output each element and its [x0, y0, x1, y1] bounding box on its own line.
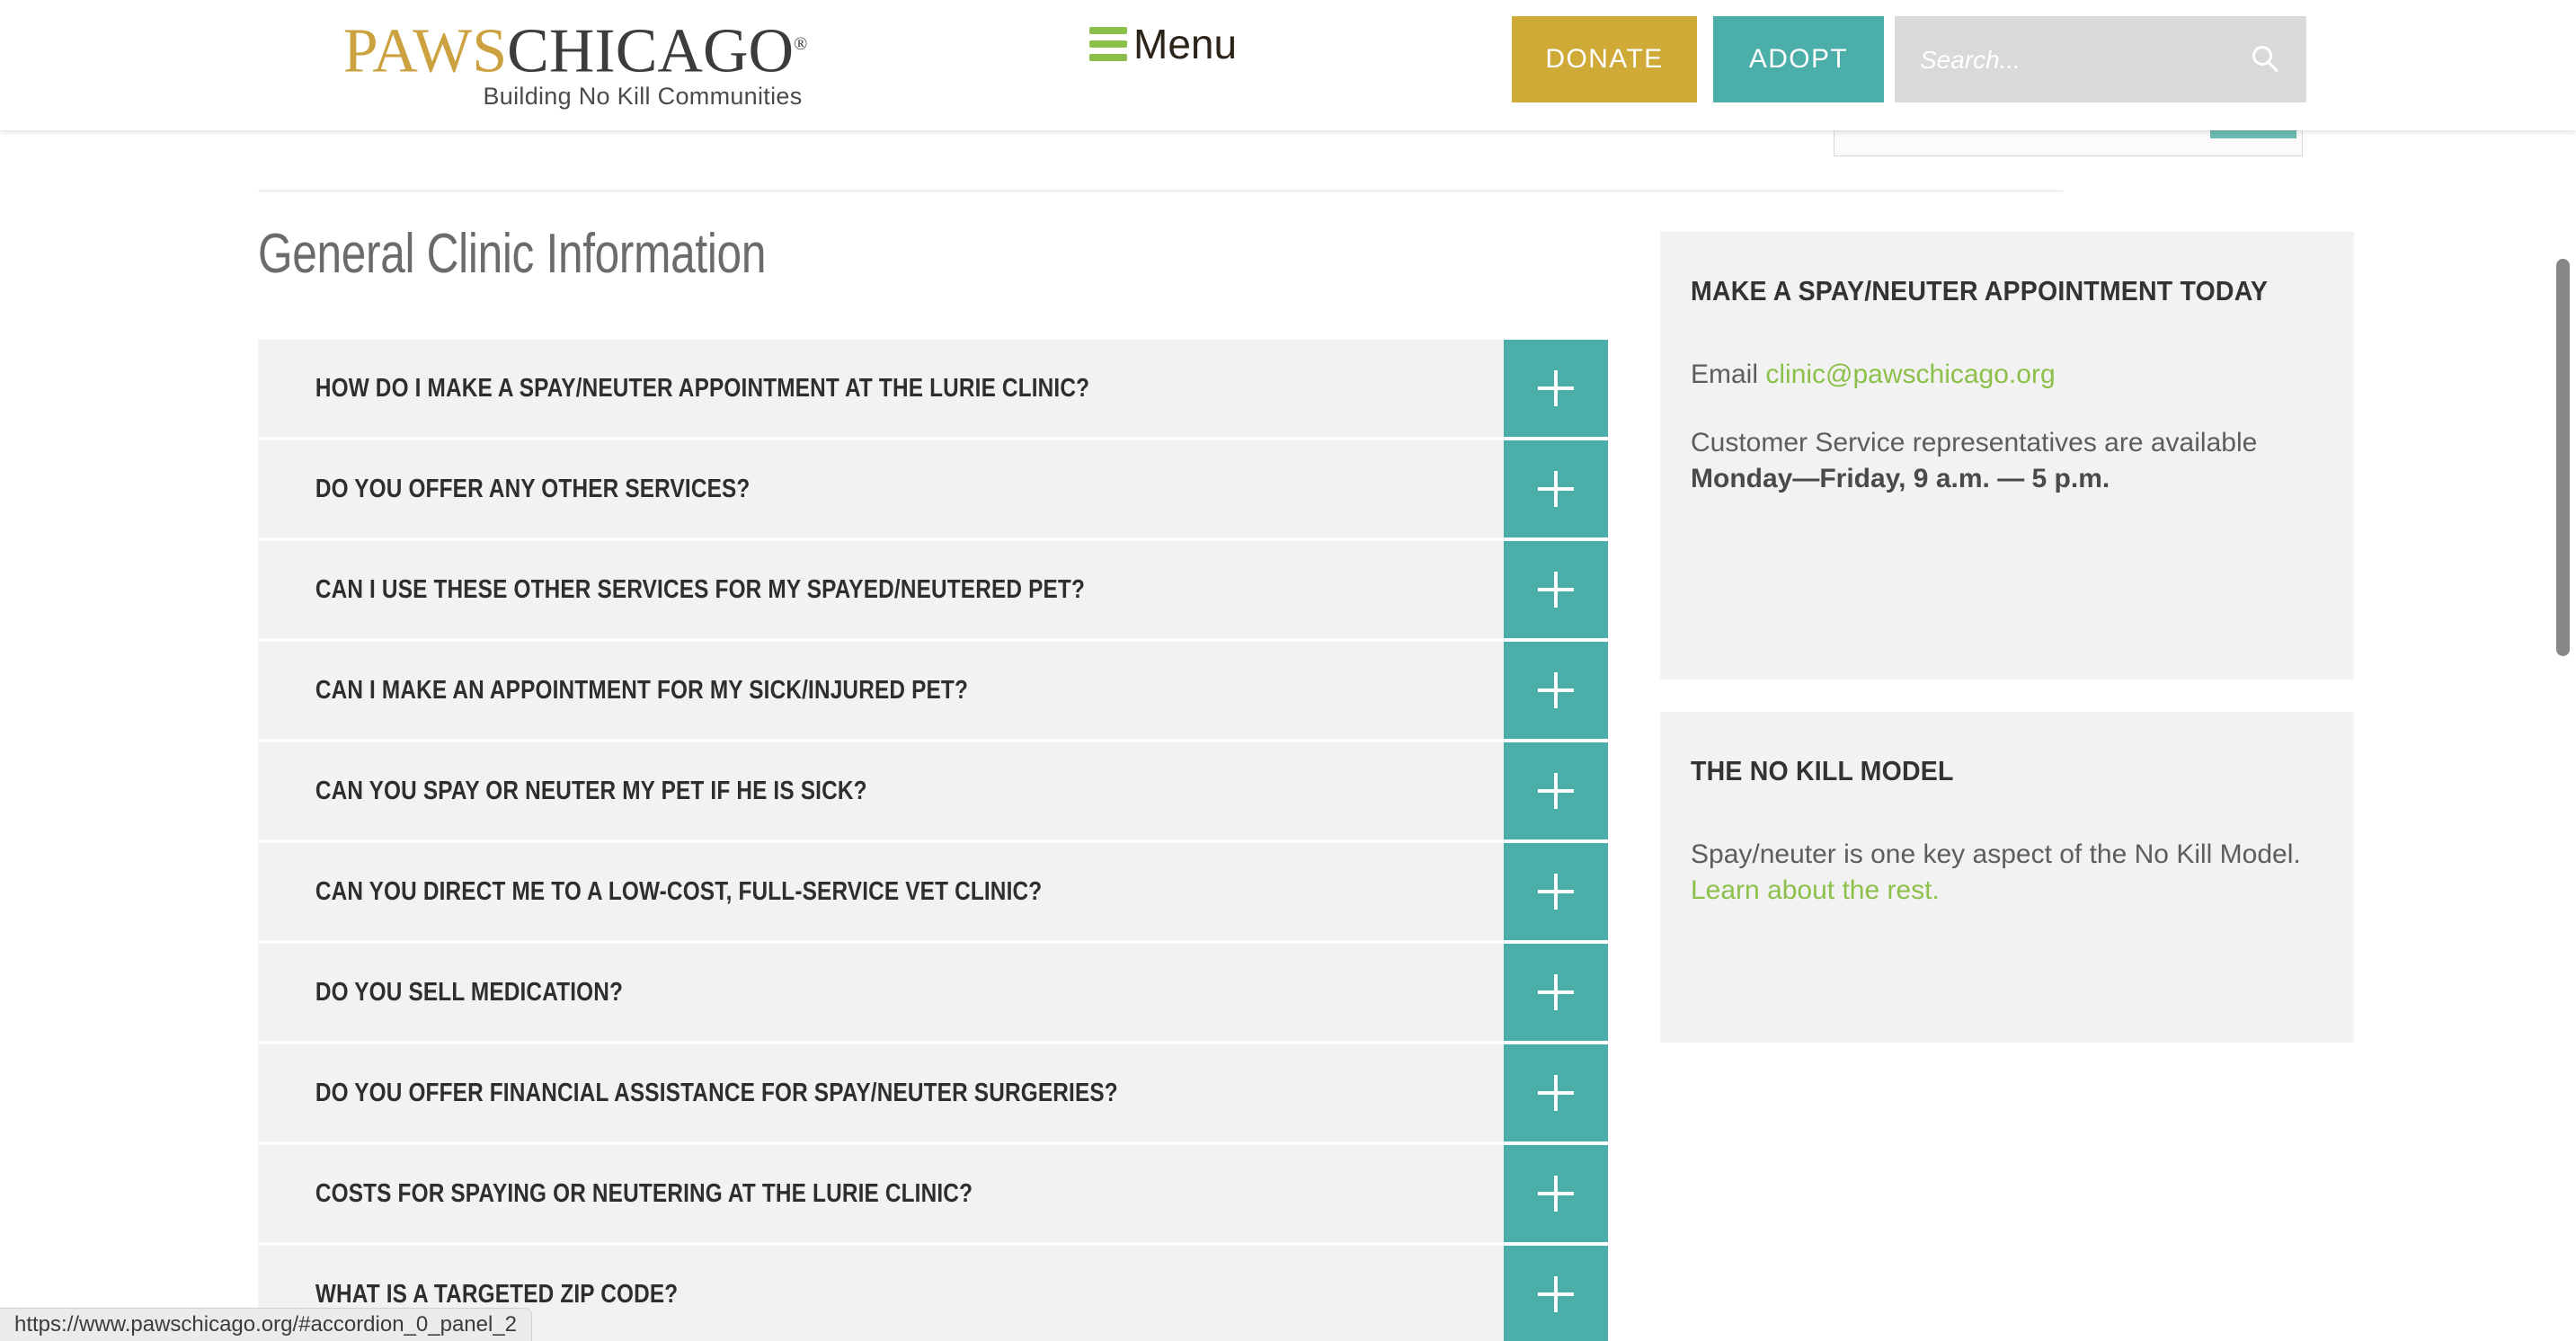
plus-icon[interactable]	[1504, 440, 1608, 537]
accordion-item-label: CAN YOU SPAY OR NEUTER MY PET IF HE IS S…	[315, 776, 867, 805]
plus-icon[interactable]	[1504, 1145, 1608, 1242]
page-title: General Clinic Information	[258, 223, 767, 285]
accordion-item-8[interactable]: COSTS FOR SPAYING OR NEUTERING AT THE LU…	[258, 1145, 1608, 1242]
plus-icon[interactable]	[1504, 340, 1608, 437]
no-kill-body-text: Spay/neuter is one key aspect of the No …	[1691, 839, 2301, 869]
accordion-item-label: DO YOU SELL MEDICATION?	[315, 977, 624, 1007]
accordion-item-label: CAN I MAKE AN APPOINTMENT FOR MY SICK/IN…	[315, 675, 968, 705]
accordion-item-label: HOW DO I MAKE A SPAY/NEUTER APPOINTMENT …	[315, 373, 1090, 403]
accordion-item-0[interactable]: HOW DO I MAKE A SPAY/NEUTER APPOINTMENT …	[258, 340, 1608, 437]
learn-more-link[interactable]: Learn about the rest.	[1691, 875, 1940, 905]
vertical-scrollbar-track[interactable]	[2549, 0, 2576, 1341]
donate-button[interactable]: DONATE	[1512, 16, 1697, 102]
appointment-hours-line: Customer Service representatives are ava…	[1691, 425, 2323, 497]
search-box	[1895, 16, 2306, 104]
link-preview-status-bar: https://www.pawschicago.org/#accordion_0…	[0, 1308, 533, 1341]
no-kill-model-body: Spay/neuter is one key aspect of the No …	[1691, 837, 2323, 909]
accordion-item-label: DO YOU OFFER FINANCIAL ASSISTANCE FOR SP…	[315, 1078, 1118, 1107]
accordion-item-1[interactable]: DO YOU OFFER ANY OTHER SERVICES?	[258, 440, 1608, 537]
no-kill-model-card: THE NO KILL MODEL Spay/neuter is one key…	[1660, 712, 2354, 1043]
hours-label: Customer Service representatives are ava…	[1691, 428, 2258, 457]
sidebar: MAKE A SPAY/NEUTER APPOINTMENT TODAY Ema…	[1660, 232, 2354, 1075]
no-kill-model-title: THE NO KILL MODEL	[1691, 755, 1954, 786]
accordion-item-label: WHAT IS A TARGETED ZIP CODE?	[315, 1279, 679, 1309]
plus-icon[interactable]	[1504, 944, 1608, 1041]
logo-wordmark: PAWSCHICAGO®	[261, 9, 890, 86]
browser-page: PAWSCHICAGO® Building No Kill Communitie…	[0, 0, 2576, 1341]
accordion-item-2[interactable]: CAN I USE THESE OTHER SERVICES FOR MY SP…	[258, 541, 1608, 638]
site-logo[interactable]: PAWSCHICAGO® Building No Kill Communitie…	[261, 9, 890, 111]
vertical-scrollbar-thumb[interactable]	[2556, 259, 2570, 656]
accordion-item-label: CAN I USE THESE OTHER SERVICES FOR MY SP…	[315, 574, 1086, 604]
appointment-email-line: Email clinic@pawschicago.org	[1691, 357, 2323, 393]
plus-icon[interactable]	[1504, 541, 1608, 638]
accordion-item-3[interactable]: CAN I MAKE AN APPOINTMENT FOR MY SICK/IN…	[258, 642, 1608, 739]
hours-value: Monday—Friday, 9 a.m. — 5 p.m.	[1691, 464, 2110, 493]
plus-icon[interactable]	[1504, 742, 1608, 839]
accordion-item-4[interactable]: CAN YOU SPAY OR NEUTER MY PET IF HE IS S…	[258, 742, 1608, 839]
accordion-item-5[interactable]: CAN YOU DIRECT ME TO A LOW-COST, FULL-SE…	[258, 843, 1608, 940]
site-header: PAWSCHICAGO® Building No Kill Communitie…	[0, 0, 2576, 130]
adopt-button[interactable]: ADOPT	[1713, 16, 1884, 102]
search-icon[interactable]	[2249, 43, 2281, 75]
accordion-item-label: COSTS FOR SPAYING OR NEUTERING AT THE LU…	[315, 1178, 973, 1208]
plus-icon[interactable]	[1504, 843, 1608, 940]
main-content: General Clinic Information HOW DO I MAKE…	[258, 223, 1608, 1341]
accordion-item-6[interactable]: DO YOU SELL MEDICATION?	[258, 944, 1608, 1041]
partially-hidden-panel	[1834, 130, 2303, 156]
plus-icon[interactable]	[1504, 1246, 1608, 1341]
accordion-item-7[interactable]: DO YOU OFFER FINANCIAL ASSISTANCE FOR SP…	[258, 1044, 1608, 1141]
plus-icon[interactable]	[1504, 1044, 1608, 1141]
logo-chicago-text: CHICAGO	[507, 16, 795, 86]
menu-toggle-button[interactable]: Menu	[1089, 23, 1237, 65]
accordion-item-label: CAN YOU DIRECT ME TO A LOW-COST, FULL-SE…	[315, 876, 1043, 906]
email-label: Email	[1691, 360, 1766, 389]
logo-tagline: Building No Kill Communities	[483, 83, 803, 111]
clinic-email-link[interactable]: clinic@pawschicago.org	[1765, 360, 2055, 389]
hamburger-icon	[1089, 27, 1127, 61]
accordion-item-label: DO YOU OFFER ANY OTHER SERVICES?	[315, 474, 751, 503]
faq-accordion: HOW DO I MAKE A SPAY/NEUTER APPOINTMENT …	[258, 340, 1608, 1341]
registered-trademark-icon: ®	[794, 34, 808, 54]
partially-hidden-panel-button[interactable]	[2210, 130, 2296, 138]
menu-label: Menu	[1133, 21, 1238, 67]
appointment-card-title: MAKE A SPAY/NEUTER APPOINTMENT TODAY	[1691, 275, 2269, 306]
search-input[interactable]	[1895, 16, 2263, 104]
appointment-card: MAKE A SPAY/NEUTER APPOINTMENT TODAY Ema…	[1660, 232, 2354, 679]
logo-paws-text: PAWS	[342, 16, 508, 86]
plus-icon[interactable]	[1504, 642, 1608, 739]
